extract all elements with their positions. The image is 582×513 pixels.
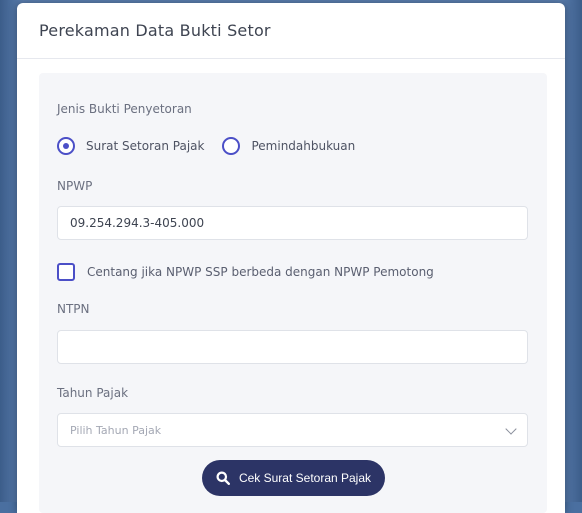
npwp-field[interactable]: 09.254.294.3-405.000 <box>57 206 528 240</box>
radio-pemindahbukuan[interactable] <box>222 137 241 155</box>
modal-title: Perekaman Data Bukti Setor <box>39 21 271 40</box>
jenis-bukti-label: Jenis Bukti Penyetoran <box>57 102 192 116</box>
npwp-different-checkbox-label[interactable]: Centang jika NPWP SSP berbeda dengan NPW… <box>87 265 434 279</box>
ntpn-label: NTPN <box>57 302 90 316</box>
ntpn-field[interactable] <box>57 330 528 364</box>
cek-surat-setoran-button[interactable]: Cek Surat Setoran Pajak <box>202 460 385 496</box>
radio-selected-dot <box>63 143 69 149</box>
radio-surat-setoran-pajak[interactable] <box>57 137 75 155</box>
radio-label-surat-setoran-pajak[interactable]: Surat Setoran Pajak <box>86 139 204 153</box>
npwp-different-checkbox-row[interactable]: Centang jika NPWP SSP berbeda dengan NPW… <box>57 263 434 281</box>
cek-surat-setoran-button-label: Cek Surat Setoran Pajak <box>238 471 372 485</box>
npwp-value: 09.254.294.3-405.000 <box>70 216 205 230</box>
search-icon <box>216 471 230 485</box>
modal-dialog: Perekaman Data Bukti Setor Jenis Bukti P… <box>17 3 565 513</box>
jenis-bukti-radio-group: Surat Setoran Pajak Pemindahbukuan <box>57 137 373 155</box>
modal-header: Perekaman Data Bukti Setor <box>17 3 565 59</box>
tahun-pajak-label: Tahun Pajak <box>57 386 129 400</box>
tahun-pajak-select[interactable]: Pilih Tahun Pajak <box>57 413 528 447</box>
radio-label-pemindahbukuan[interactable]: Pemindahbukuan <box>251 139 355 153</box>
form-panel: Jenis Bukti Penyetoran Surat Setoran Paj… <box>39 73 547 513</box>
tahun-pajak-placeholder: Pilih Tahun Pajak <box>70 423 162 437</box>
npwp-different-checkbox[interactable] <box>57 263 75 281</box>
chevron-down-icon <box>505 423 517 435</box>
npwp-label: NPWP <box>57 179 93 193</box>
